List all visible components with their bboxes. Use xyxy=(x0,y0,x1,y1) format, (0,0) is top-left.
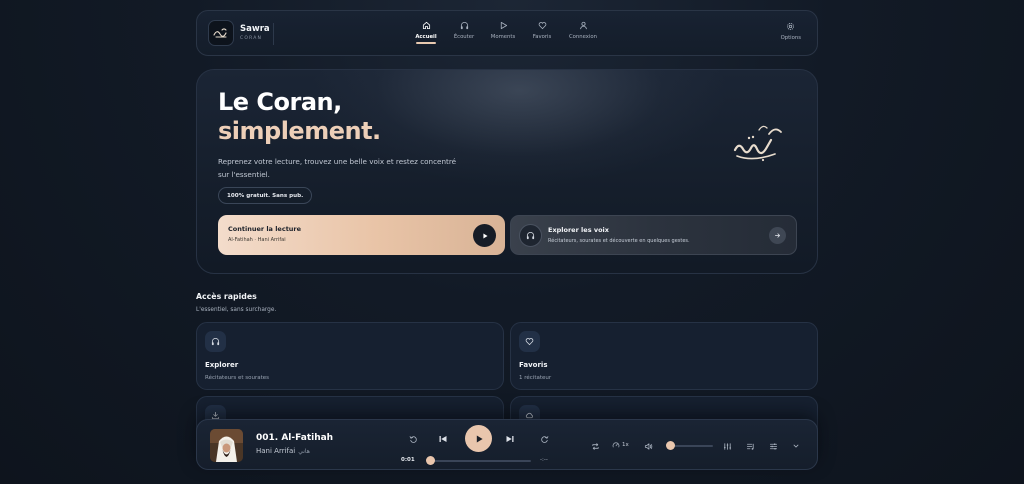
explore-voices-title: Explorer les voix xyxy=(548,226,609,234)
headphones-icon xyxy=(526,231,535,240)
headphones-icon xyxy=(211,337,220,346)
explore-voices-arrow-button[interactable] xyxy=(769,227,786,244)
equalizer-button[interactable] xyxy=(721,440,733,452)
time-end: -:-- xyxy=(540,457,548,463)
progress-bar[interactable] xyxy=(429,460,531,462)
settings-sliders-button[interactable] xyxy=(767,440,779,452)
forward-icon xyxy=(540,435,549,444)
continue-play-button[interactable] xyxy=(473,224,496,247)
heart-icon xyxy=(538,21,547,30)
playlist-button[interactable] xyxy=(744,440,756,452)
hero-title: Le Coran, simplement. xyxy=(218,88,381,146)
nav-item-accueil[interactable]: Accueil xyxy=(407,21,445,49)
nav-active-indicator xyxy=(416,42,436,44)
next-button[interactable] xyxy=(504,433,516,445)
headphones-icon xyxy=(460,21,469,30)
brand-name: Sawra xyxy=(240,24,270,34)
artist-name: Hani Arrifai xyxy=(256,447,296,455)
sliders-icon xyxy=(769,442,778,451)
nav-item-connexion[interactable]: Connexion xyxy=(561,21,605,49)
collapse-player-button[interactable] xyxy=(790,440,802,452)
play-icon xyxy=(474,434,484,444)
nav-label-connexion: Connexion xyxy=(568,34,598,40)
options-button[interactable]: Options xyxy=(781,22,801,41)
sawra-calligraphy-logo xyxy=(729,120,785,170)
progress-knob[interactable] xyxy=(426,456,435,465)
continue-reading-subtitle: Al-Fatihah · Hani Arrifai xyxy=(228,237,286,243)
nav-label-accueil: Accueil xyxy=(415,34,437,40)
previous-button[interactable] xyxy=(437,433,449,445)
quick-access-explorer[interactable]: Explorer Récitateurs et sourates xyxy=(196,322,504,390)
explorer-title: Explorer xyxy=(205,361,239,369)
continue-reading-title: Continuer la lecture xyxy=(228,225,302,233)
playback-speed-label: 1x xyxy=(622,442,629,448)
hero-description: Reprenez votre lecture, trouvez une bell… xyxy=(218,157,457,179)
free-badge: 100% gratuit. Sans pub. xyxy=(218,187,313,204)
user-icon xyxy=(579,21,588,30)
equalizer-icon xyxy=(723,442,732,451)
speed-icon xyxy=(612,441,620,449)
artist-name-arabic: هاني xyxy=(298,448,310,455)
playback-speed-button[interactable]: 1x xyxy=(612,441,629,449)
hero-title-line1: Le Coran, xyxy=(218,88,342,116)
rewind-button[interactable] xyxy=(407,433,419,445)
quick-access-title: Accès rapides xyxy=(196,292,257,301)
nav-item-favoris[interactable]: Favoris xyxy=(523,21,561,49)
main-nav: Accueil Écouter Moments Favoris Connexio… xyxy=(407,21,605,49)
play-pause-button[interactable] xyxy=(465,425,492,452)
brand-divider xyxy=(273,23,274,45)
volume-icon xyxy=(644,442,653,451)
top-navbar: Sawra CORAN Accueil Écouter Moments Favo… xyxy=(196,10,818,56)
skip-previous-icon xyxy=(438,434,448,444)
play-icon xyxy=(499,21,508,30)
playlist-icon xyxy=(746,442,755,451)
chevron-down-icon xyxy=(792,442,800,450)
brand-subtitle: CORAN xyxy=(240,35,263,41)
quick-access-subtitle: L'essentiel, sans surcharge. xyxy=(196,307,277,313)
favoris-icon-badge xyxy=(519,331,540,352)
voices-icon-badge xyxy=(519,224,542,247)
nav-label-moments: Moments xyxy=(490,34,516,40)
brand[interactable]: Sawra CORAN xyxy=(208,20,270,46)
hero-section: Le Coran, simplement. Reprenez votre lec… xyxy=(196,69,818,274)
audio-player: 001. Al-Fatihah Hani Arrifai هاني 0:01 -:… xyxy=(196,419,818,470)
gear-icon xyxy=(786,22,795,31)
volume-slider[interactable] xyxy=(669,445,713,447)
heart-icon xyxy=(525,337,534,346)
explorer-subtitle: Récitateurs et sourates xyxy=(205,375,269,381)
rewind-icon xyxy=(409,435,418,444)
explore-voices-card[interactable]: Explorer les voix Récitateurs, sourates … xyxy=(510,215,797,255)
favoris-title: Favoris xyxy=(519,361,548,369)
skip-next-icon xyxy=(505,434,515,444)
arrow-right-icon xyxy=(774,232,781,239)
volume-button[interactable] xyxy=(642,440,654,452)
play-icon xyxy=(481,232,489,240)
nav-item-moments[interactable]: Moments xyxy=(483,21,523,49)
favoris-subtitle: 1 récitateur xyxy=(519,375,552,381)
explorer-icon-badge xyxy=(205,331,226,352)
nav-label-favoris: Favoris xyxy=(532,34,552,40)
brand-logo xyxy=(208,20,234,46)
hero-title-line2: simplement. xyxy=(218,117,381,145)
forward-button[interactable] xyxy=(538,433,550,445)
repeat-icon xyxy=(591,442,600,451)
explore-voices-subtitle: Récitateurs, sourates et découverte en q… xyxy=(548,238,690,244)
continue-reading-card[interactable]: Continuer la lecture Al-Fatihah · Hani A… xyxy=(218,215,505,255)
quick-access-favoris[interactable]: Favoris 1 récitateur xyxy=(510,322,818,390)
track-title: 001. Al-Fatihah xyxy=(256,433,334,443)
options-label: Options xyxy=(780,35,801,41)
reciter-cover-image xyxy=(210,429,243,462)
nav-label-ecouter: Écouter xyxy=(453,34,475,40)
repeat-button[interactable] xyxy=(589,440,601,452)
time-current: 0:01 xyxy=(401,457,415,463)
volume-knob[interactable] xyxy=(666,441,675,450)
nav-item-ecouter[interactable]: Écouter xyxy=(445,21,483,49)
track-artist: Hani Arrifai هاني xyxy=(256,447,310,455)
home-icon xyxy=(422,21,431,30)
